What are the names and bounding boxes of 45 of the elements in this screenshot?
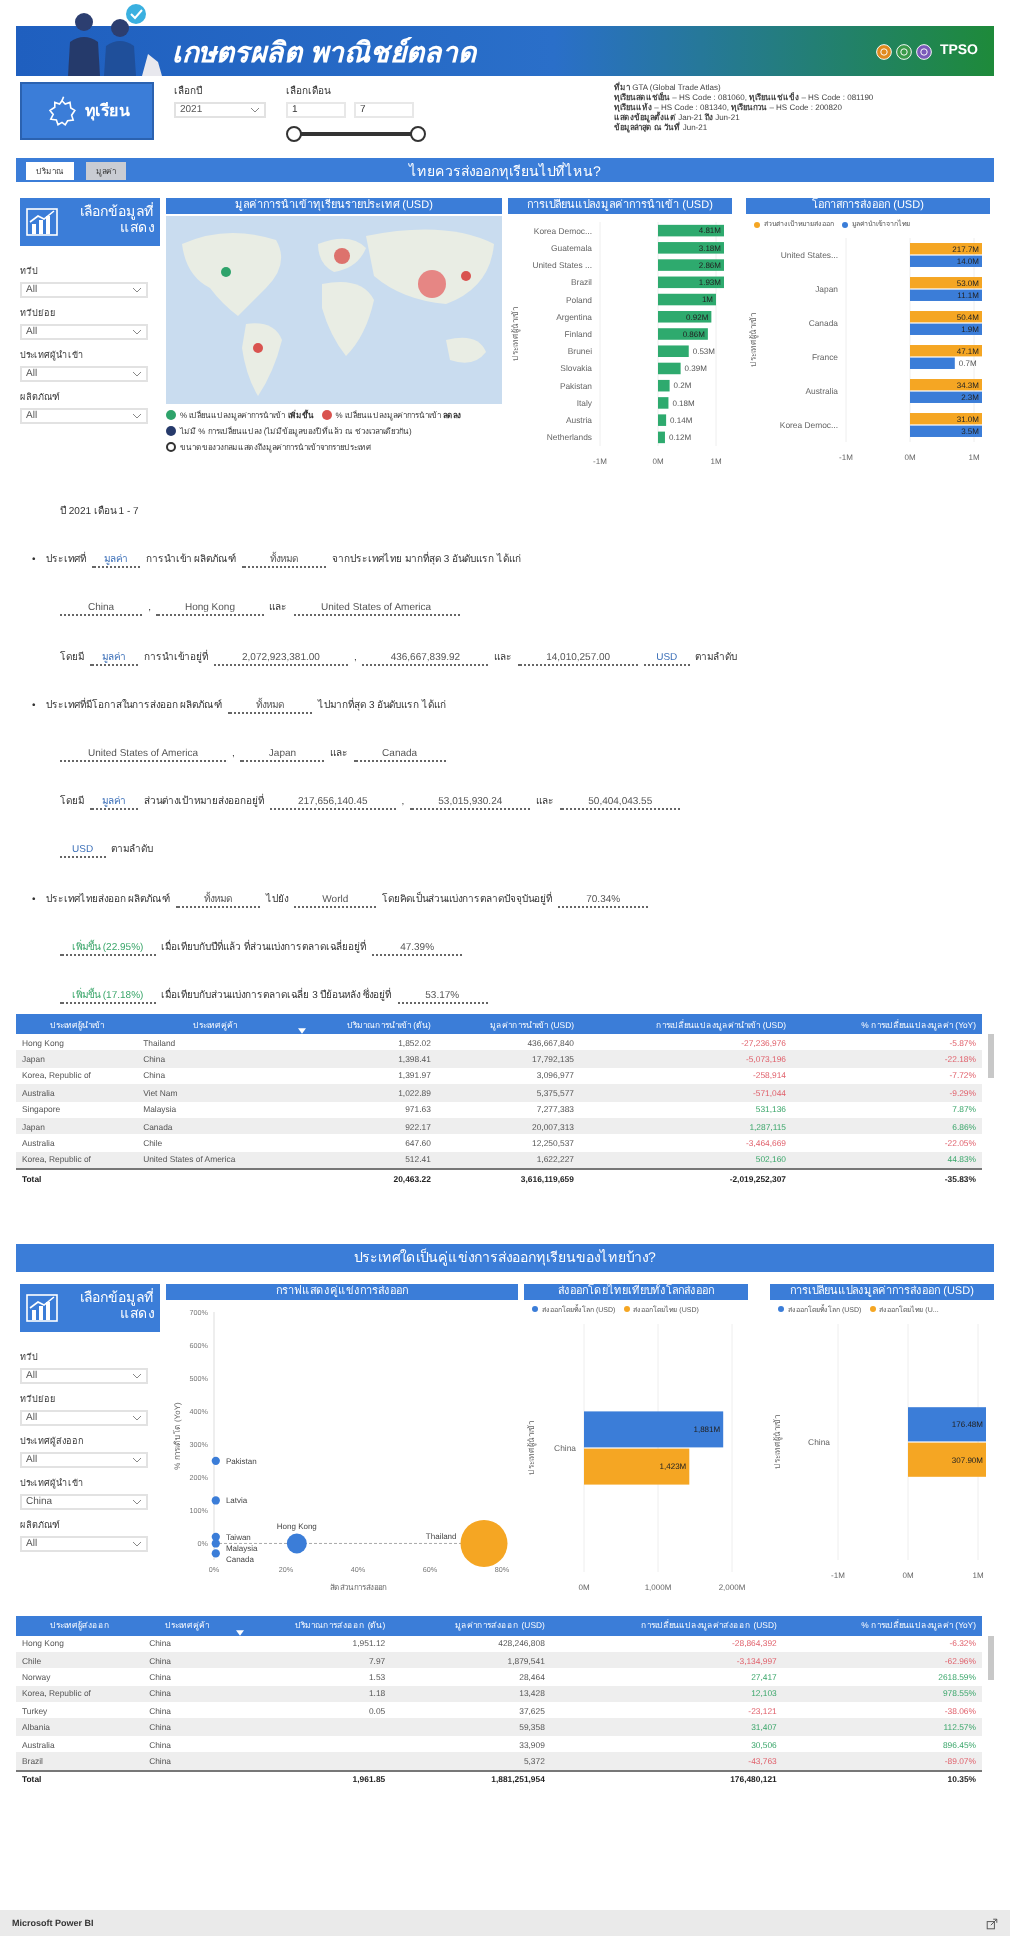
chart-icon [26,1293,58,1322]
slider-thumb[interactable] [410,125,426,141]
chevron-icon [132,286,142,294]
legend-ring-icon [166,442,176,452]
sort-icon[interactable] [235,1629,244,1636]
bar [658,224,724,237]
bar [658,259,724,271]
product-label: ทุเรียน [85,100,129,124]
chart-icon [26,208,58,236]
bar [584,1447,690,1484]
chevron-icon [132,1371,142,1380]
bar [908,1406,986,1441]
bar [658,311,712,323]
chevron-icon [132,412,142,420]
data-point [460,1519,508,1566]
data-point [211,1455,220,1464]
bar [908,1441,986,1476]
sort-icon[interactable] [297,1028,306,1034]
bar [658,362,681,375]
chevron-icon [132,1539,142,1548]
data-point [286,1532,307,1553]
bar [658,345,689,357]
chevron-icon [132,328,142,336]
scrollbar[interactable] [988,1034,994,1078]
bar [658,242,724,254]
durian-icon [45,95,77,127]
bar [584,1410,724,1447]
scrollbar[interactable] [988,1635,994,1680]
chevron-icon [132,1413,142,1422]
chevron-icon [250,106,260,114]
chevron-icon [132,1455,142,1464]
bar [658,397,669,409]
chevron-icon [132,1497,142,1506]
app-title: เกษตรผลิต พาณิชย์ตลาด [172,33,479,71]
bar [658,414,667,426]
slider-thumb[interactable] [286,125,302,141]
chevron-icon [132,370,142,378]
share-icon[interactable] [986,1917,998,1929]
product-tile[interactable]: ทุเรียน [20,82,154,140]
bar [658,431,665,444]
bar [658,328,708,340]
data-point [211,1495,220,1504]
bar [658,379,670,392]
bar [658,276,724,289]
bar [658,293,716,306]
